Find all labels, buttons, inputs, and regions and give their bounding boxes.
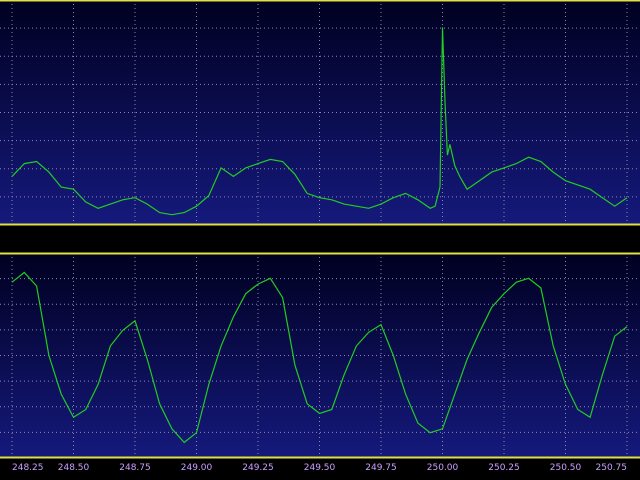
x-tick-label: 248.75 [119, 463, 151, 473]
x-tick-label: 250.50 [550, 463, 582, 473]
x-tick-label: 250.00 [427, 463, 459, 473]
x-tick-label: 248.25 [12, 463, 44, 473]
x-tick-label: 250.75 [596, 463, 628, 473]
x-tick-label: 250.25 [488, 463, 520, 473]
top-panel [0, 0, 640, 226]
x-tick-label: 248.50 [58, 463, 90, 473]
oscilloscope-display: 248.25 248.50 248.75 249.00 249.25 249.50 249.… [0, 0, 640, 473]
x-tick-label: 249.00 [181, 463, 213, 473]
x-axis: 248.25 248.50 248.75 249.00 249.25 249.50 249.… [12, 463, 627, 473]
x-tick-label: 249.50 [304, 463, 336, 473]
x-tick-label: 249.75 [365, 463, 397, 473]
bottom-panel [0, 252, 640, 459]
x-tick-label: 249.25 [242, 463, 274, 473]
